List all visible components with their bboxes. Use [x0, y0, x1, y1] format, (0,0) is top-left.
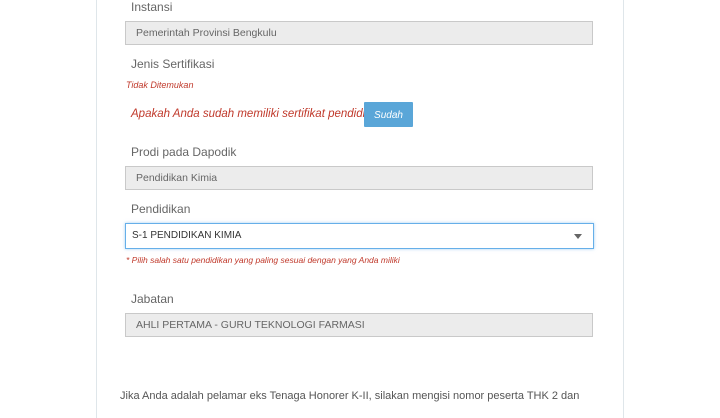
pendidikan-hint: * Pilih salah satu pendidikan yang palin…	[126, 255, 400, 265]
jabatan-label: Jabatan	[131, 292, 174, 306]
sertifikat-question: Apakah Anda sudah memiliki sertifikat pe…	[131, 108, 378, 120]
chevron-down-icon	[574, 234, 582, 239]
prodi-label: Prodi pada Dapodik	[131, 145, 237, 159]
jenis-sertifikasi-label: Jenis Sertifikasi	[131, 57, 215, 71]
pendidikan-label: Pendidikan	[131, 202, 191, 216]
pendidikan-select[interactable]: S-1 PENDIDIKAN KIMIA	[125, 223, 594, 249]
sertifikasi-status: Tidak Ditemukan	[126, 80, 194, 90]
instansi-field: Pemerintah Provinsi Bengkulu	[125, 21, 593, 45]
sudah-button[interactable]: Sudah	[364, 102, 413, 127]
prodi-field: Pendidikan Kimia	[125, 166, 593, 190]
jabatan-field: AHLI PERTAMA - GURU TEKNOLOGI FARMASI	[125, 313, 593, 337]
pendidikan-selected-value: S-1 PENDIDIKAN KIMIA	[132, 230, 242, 241]
honorer-info-text: Jika Anda adalah pelamar eks Tenaga Hono…	[120, 390, 580, 402]
instansi-label: Instansi	[131, 0, 173, 14]
